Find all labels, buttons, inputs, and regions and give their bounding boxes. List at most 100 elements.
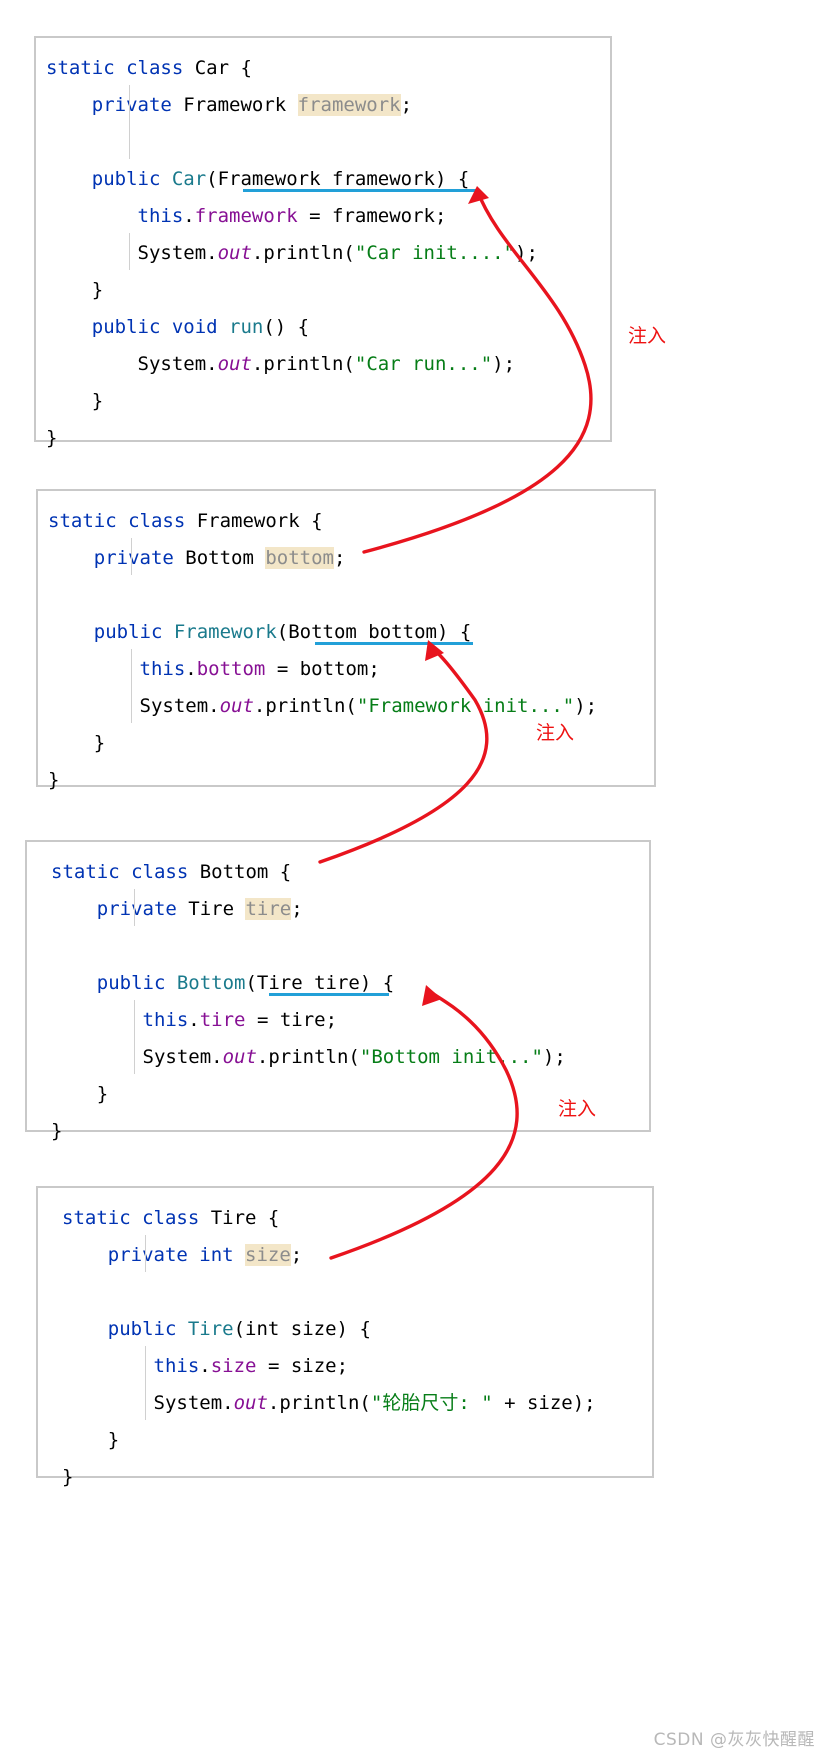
code-line: } — [48, 762, 654, 799]
code-token-system: System. — [46, 242, 218, 264]
code-token-string: "Bottom init..." — [359, 1046, 543, 1068]
code-token-field-highlighted: tire — [245, 898, 292, 920]
code-line: this.size = size; — [48, 1348, 652, 1385]
code-token-constructor: Framework — [173, 621, 277, 643]
code-token-params: (int size) { — [233, 1318, 371, 1340]
code-token-brace: } — [46, 279, 104, 301]
code-token-brace: } — [48, 769, 60, 791]
code-token-params: (Bottom bottom) { — [276, 621, 472, 643]
indent-guide — [134, 889, 135, 926]
code-token-classname: Bottom — [199, 861, 269, 883]
code-line: private Bottom bottom; — [48, 540, 654, 577]
code-line: static class Bottom { — [37, 854, 649, 891]
code-line: } — [46, 383, 610, 420]
code-token-classname: Car — [194, 57, 230, 79]
code-token-brace: } — [46, 427, 58, 449]
code-token-dot: . — [185, 658, 197, 680]
code-token-member-field: framework — [194, 205, 298, 227]
code-token-field-highlighted: size — [245, 1244, 291, 1266]
code-token-member-field: size — [210, 1355, 257, 1377]
code-line: System.out.println("Car run..."); — [46, 346, 610, 383]
code-token-out: out — [222, 1046, 257, 1068]
code-token-brace: } — [46, 390, 104, 412]
code-token-dot: . — [188, 1009, 200, 1031]
code-token-out: out — [233, 1392, 268, 1414]
code-token-keyword: static class — [48, 510, 197, 532]
indent-guide — [131, 649, 132, 723]
code-token-constructor: Car — [171, 168, 207, 190]
code-token-string: "Framework init..." — [356, 695, 575, 717]
code-block-car-content: static class Car { private Framework fra… — [36, 38, 610, 457]
code-token-constructor: Tire — [187, 1318, 234, 1340]
code-token-punct: { — [268, 861, 292, 883]
code-line: this.bottom = bottom; — [48, 651, 654, 688]
code-block-tire: static class Tire { private int size; pu… — [36, 1186, 654, 1488]
code-block-bottom-content: static class Bottom { private Tire tire;… — [27, 842, 649, 1150]
annotation-inject-1: 注入 — [628, 325, 667, 347]
code-line: } — [48, 1422, 652, 1459]
code-token-classname: Tire — [210, 1207, 257, 1229]
code-line: static class Car { — [46, 50, 610, 87]
code-token-keyword: private — [48, 547, 186, 569]
code-token-field-highlighted: bottom — [265, 547, 334, 569]
code-token-keyword: static class — [62, 1207, 211, 1229]
indent-guide — [131, 538, 132, 575]
code-token-out: out — [217, 353, 252, 375]
code-token-system: System. — [48, 695, 220, 717]
code-token-println: .println( — [253, 695, 357, 717]
code-token-string: "轮胎尺寸: " — [370, 1392, 493, 1414]
code-token-keyword: static class — [46, 57, 195, 79]
code-token-keyword: private — [51, 898, 189, 920]
code-line: private int size; — [48, 1237, 652, 1274]
code-token-this: this — [46, 205, 184, 227]
code-token-out: out — [217, 242, 252, 264]
code-token-brace: } — [62, 1429, 120, 1451]
code-token-params: (Tire tire) { — [245, 972, 395, 994]
code-token-this: this — [51, 1009, 189, 1031]
code-block-bottom: static class Bottom { private Tire tire;… — [25, 840, 651, 1142]
param-underline — [315, 642, 473, 645]
code-line: System.out.println("Car init...."); — [46, 235, 610, 272]
code-token-dot: . — [199, 1355, 211, 1377]
param-underline — [243, 189, 478, 192]
code-token-rest: = framework; — [297, 205, 447, 227]
code-token-system: System. — [46, 353, 218, 375]
code-token-punct: ; — [290, 1244, 303, 1266]
code-token-punct: ); — [515, 242, 538, 264]
code-token-keyword: private — [46, 94, 184, 116]
code-token-brace: } — [51, 1120, 63, 1142]
code-token-member-field: bottom — [196, 658, 266, 680]
code-token-type: Framework — [183, 94, 298, 116]
code-token-punct: ; — [400, 94, 413, 116]
code-token-brace: } — [48, 732, 106, 754]
code-token-punct: { — [299, 510, 323, 532]
code-token-keyword: public — [62, 1318, 188, 1340]
code-token-punct: () { — [263, 316, 310, 338]
code-block-car: static class Car { private Framework fra… — [34, 36, 612, 449]
code-block-tire-content: static class Tire { private int size; pu… — [38, 1188, 652, 1496]
code-token-println: .println( — [267, 1392, 371, 1414]
code-token-system: System. — [62, 1392, 234, 1414]
code-token-punct: ; — [291, 898, 303, 920]
code-token-member-field: tire — [199, 1009, 246, 1031]
code-line: } — [48, 1459, 652, 1496]
code-token-rest: = tire; — [245, 1009, 338, 1031]
code-token-keyword: public — [46, 168, 172, 190]
code-line: private Tire tire; — [37, 891, 649, 928]
code-token-keyword: public void — [46, 316, 230, 338]
annotation-inject-3: 注入 — [558, 1098, 597, 1120]
code-token-punct: ; — [334, 547, 346, 569]
code-token-punct: ); — [574, 695, 598, 717]
code-line: static class Framework { — [48, 503, 654, 540]
indent-guide — [134, 1000, 135, 1074]
indent-guide — [129, 233, 130, 270]
code-token-punct: ); — [542, 1046, 566, 1068]
code-token-this: this — [48, 658, 186, 680]
code-token-println: .println( — [256, 1046, 360, 1068]
code-token-out: out — [219, 695, 254, 717]
code-token-field-highlighted: framework — [297, 94, 401, 116]
